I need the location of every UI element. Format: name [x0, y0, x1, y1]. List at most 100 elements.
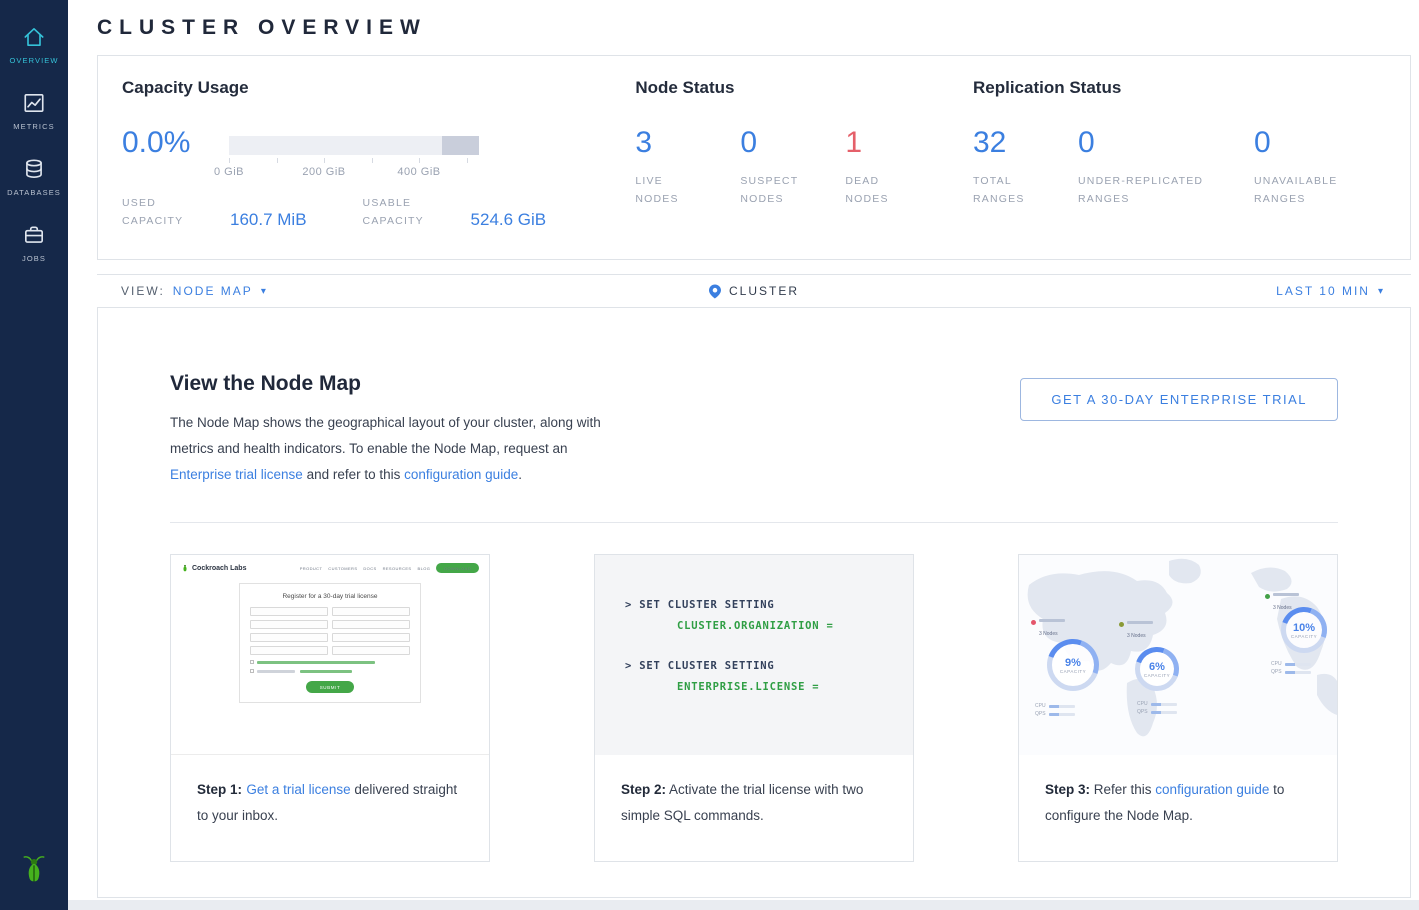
checkbox — [250, 660, 254, 664]
site-nav-item: DOCS — [363, 566, 376, 571]
code-gap — [625, 632, 913, 660]
form-checkbox-row — [250, 660, 410, 664]
code-setting-line: CLUSTER.ORGANIZATION = — [677, 620, 913, 632]
dead-nodes-stat: 1 DEAD NODES — [845, 126, 908, 209]
view-selector-dropdown[interactable]: VIEW: NODE MAP ▾ — [97, 284, 268, 298]
sidebar-item-databases[interactable]: DATABASES — [0, 144, 68, 210]
tick-label: 200 GiB — [302, 166, 345, 178]
checkbox-text-bar — [257, 670, 295, 673]
unavailable-ranges-label: UNAVAILABLE RANGES — [1254, 172, 1344, 209]
used-capacity-value: 160.7 MiB — [230, 210, 307, 231]
usable-capacity-stat: USABLE CAPACITY 524.6 GiB — [363, 194, 547, 231]
cluster-marker: 3 Nodes — [1031, 619, 1065, 640]
registration-form-fields — [250, 607, 410, 655]
site-nav-item: BLOG — [418, 566, 431, 571]
node-map-preview: 3 Nodes 3 Nodes 3 Nodes 9% CAPACITY 6% C… — [1019, 555, 1337, 755]
enterprise-trial-license-link[interactable]: Enterprise trial license — [170, 467, 303, 482]
node-status-heading: Node Status — [635, 78, 973, 98]
total-ranges-value: 32 — [973, 126, 1036, 160]
form-field — [250, 633, 328, 642]
step-3-caption: Step 3: Refer this configuration guide t… — [1019, 755, 1337, 829]
live-nodes-stat: 3 LIVE NODES — [635, 126, 698, 209]
time-range-value: LAST 10 MIN — [1276, 284, 1370, 298]
marker-dot — [1031, 620, 1036, 625]
download-pill: DOWNLOAD — [436, 563, 479, 573]
description-text: . — [518, 467, 522, 482]
form-field — [250, 607, 328, 616]
site-nav: PRODUCT CUSTOMERS DOCS RESOURCES BLOG DO… — [300, 563, 479, 573]
form-field — [332, 633, 410, 642]
form-field — [250, 646, 328, 655]
submit-pill: SUBMIT — [306, 681, 354, 693]
get-trial-license-link[interactable]: Get a trial license — [246, 782, 350, 797]
view-label: VIEW: — [121, 284, 165, 298]
capacity-donut: 6% CAPACITY — [1135, 647, 1179, 691]
site-header: Cockroach Labs PRODUCT CUSTOMERS DOCS RE… — [181, 563, 479, 573]
usable-capacity-label: USABLE CAPACITY — [363, 194, 437, 231]
registration-form: Register for a 30-day trial license SUBM — [239, 583, 421, 703]
node-map-heading: View the Node Map — [170, 372, 622, 396]
qps-stat-label: QPS — [1271, 669, 1282, 675]
sidebar-item-jobs[interactable]: JOBS — [0, 210, 68, 276]
sidebar: OVERVIEW METRICS DATABASES JOBS — [0, 0, 68, 910]
configuration-guide-link[interactable]: configuration guide — [404, 467, 518, 482]
form-checkbox-row — [250, 669, 410, 673]
cockroach-mini-logo-icon — [181, 563, 189, 573]
page-title: CLUSTER OVERVIEW — [97, 16, 1411, 40]
step-3-card: 3 Nodes 3 Nodes 3 Nodes 9% CAPACITY 6% C… — [1018, 554, 1338, 862]
node-map-intro: View the Node Map The Node Map shows the… — [170, 372, 622, 488]
stat-bar — [1285, 671, 1311, 674]
chevron-down-icon: ▾ — [261, 286, 268, 297]
donut-caption: CAPACITY — [1060, 669, 1086, 674]
suspect-nodes-label: SUSPECT NODES — [740, 172, 802, 209]
step-1-card: Cockroach Labs PRODUCT CUSTOMERS DOCS RE… — [170, 554, 490, 862]
unavailable-ranges-value: 0 — [1254, 126, 1344, 160]
capacity-bar-fill — [442, 136, 480, 155]
cpu-stat-label: CPU — [1035, 703, 1046, 709]
main-content: CLUSTER OVERVIEW Capacity Usage 0.0% — [68, 0, 1419, 900]
cluster-breadcrumb: CLUSTER — [709, 284, 799, 299]
step-3-prefix: Step 3: — [1045, 782, 1090, 797]
site-nav-item: CUSTOMERS — [328, 566, 357, 571]
tick-label: 0 GiB — [214, 166, 244, 178]
chevron-down-icon: ▾ — [1378, 286, 1385, 297]
dead-nodes-value: 1 — [845, 126, 908, 160]
used-capacity-label: USED CAPACITY — [122, 194, 196, 231]
under-replicated-ranges-stat: 0 UNDER-REPLICATED RANGES — [1078, 126, 1212, 209]
capacity-donut: 10% CAPACITY — [1281, 607, 1327, 653]
enterprise-trial-button[interactable]: GET A 30-DAY ENTERPRISE TRIAL — [1020, 378, 1338, 421]
marker-name-bar — [1127, 621, 1153, 624]
configuration-guide-link[interactable]: configuration guide — [1155, 782, 1269, 797]
site-logo: Cockroach Labs — [181, 563, 246, 573]
code-setting-line: ENTERPRISE.LICENSE = — [677, 681, 913, 693]
form-field — [332, 620, 410, 629]
region-stats: CPU QPS — [1271, 659, 1311, 675]
checkbox — [250, 669, 254, 673]
form-field — [250, 620, 328, 629]
site-nav-item: RESOURCES — [383, 566, 412, 571]
cockroach-logo[interactable] — [20, 855, 48, 890]
form-field — [332, 607, 410, 616]
cluster-marker: 3 Nodes — [1119, 621, 1153, 642]
description-text: and refer to this — [303, 467, 404, 482]
time-range-selector[interactable]: LAST 10 MIN ▾ — [1276, 284, 1411, 298]
step-2-prefix: Step 2: — [621, 782, 666, 797]
live-nodes-value: 3 — [635, 126, 698, 160]
marker-name-bar — [1039, 619, 1065, 622]
location-pin-icon — [709, 284, 721, 299]
qps-stat-label: QPS — [1035, 711, 1046, 717]
donut-caption: CAPACITY — [1144, 673, 1170, 678]
live-nodes-label: LIVE NODES — [635, 172, 697, 209]
node-map-description: The Node Map shows the geographical layo… — [170, 410, 622, 488]
metrics-icon — [22, 91, 46, 115]
jobs-icon — [22, 223, 46, 247]
sidebar-item-label: DATABASES — [7, 188, 61, 197]
stat-bar — [1285, 663, 1311, 666]
sidebar-item-metrics[interactable]: METRICS — [0, 78, 68, 144]
view-value: NODE MAP — [173, 284, 253, 298]
cluster-label: CLUSTER — [729, 284, 799, 298]
home-icon — [22, 25, 46, 49]
sidebar-item-label: METRICS — [13, 122, 54, 131]
sidebar-item-overview[interactable]: OVERVIEW — [0, 12, 68, 78]
cluster-summary-card: Capacity Usage 0.0% 0 GiB 200 GiB 400 G — [97, 55, 1411, 260]
